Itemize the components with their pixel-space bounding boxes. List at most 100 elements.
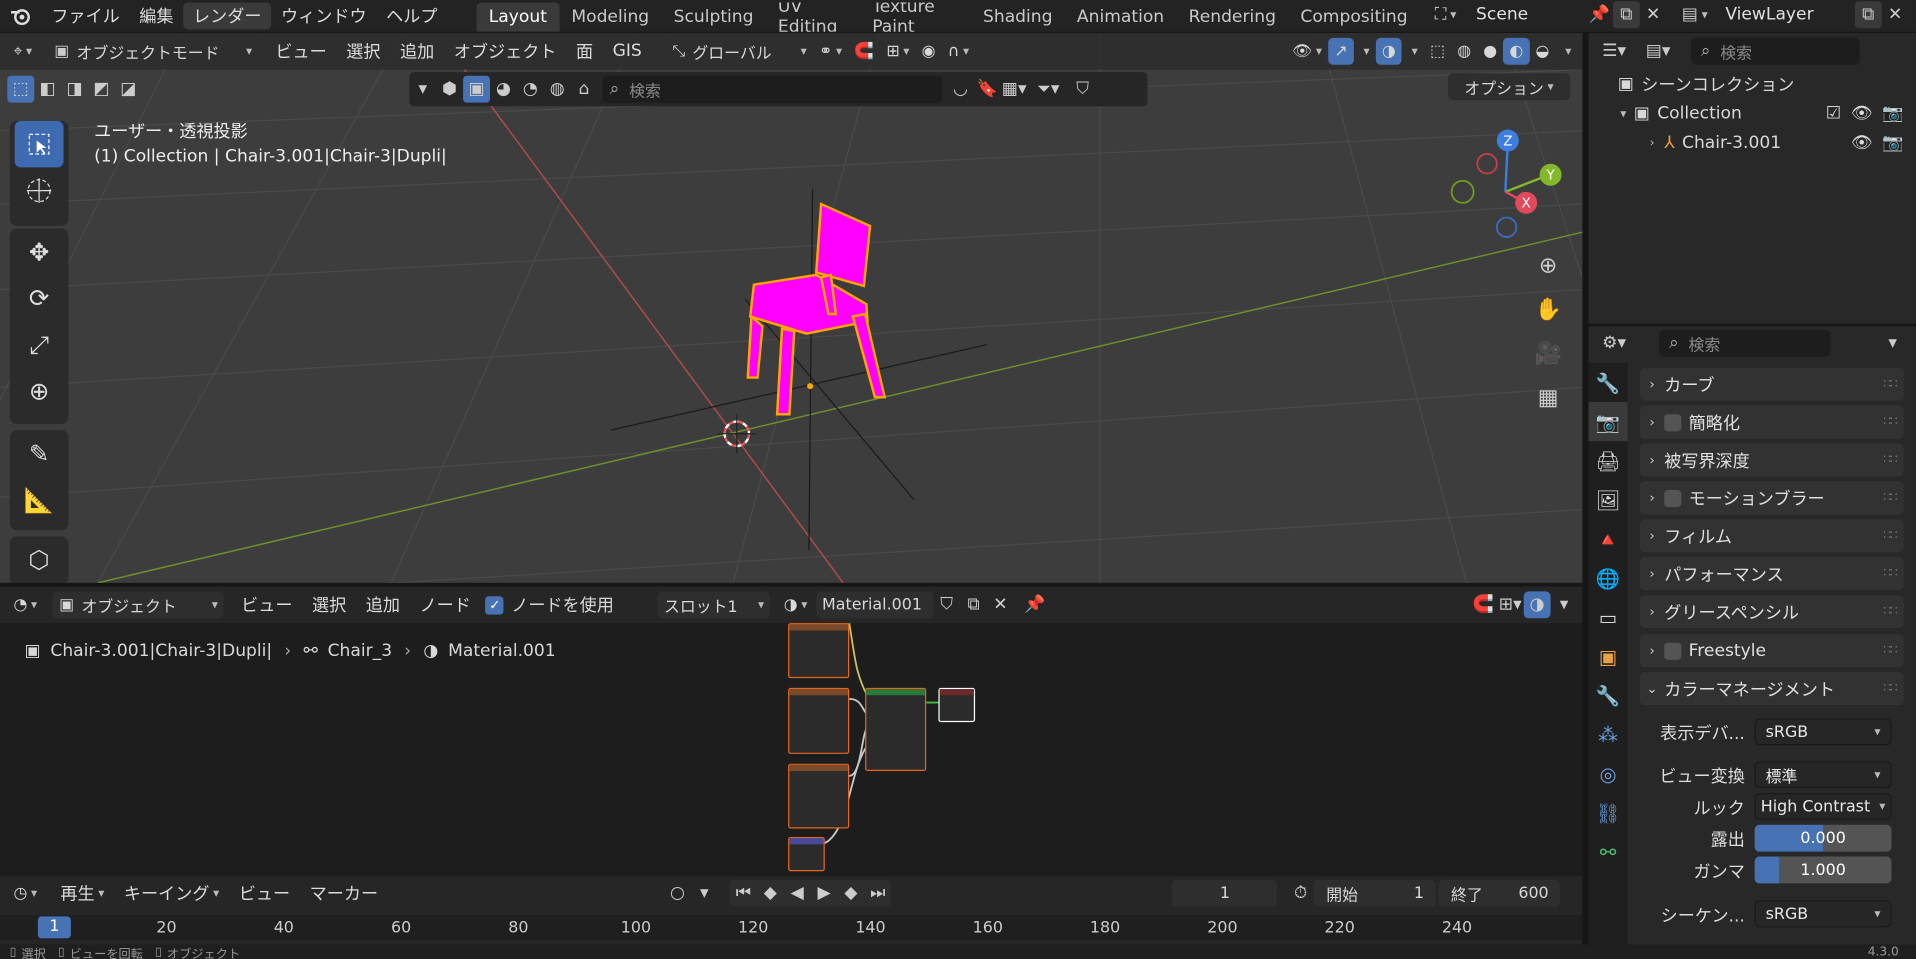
rotate-tool-icon[interactable]: ⟳	[15, 275, 64, 321]
object-tab-icon[interactable]: ▣	[1588, 637, 1627, 676]
pin-icon[interactable]: 📌	[1586, 1, 1613, 28]
view-layer-tab-icon[interactable]: 🖼	[1588, 480, 1627, 519]
add-cube-tool-icon[interactable]: ⬡	[15, 536, 64, 582]
options-button[interactable]: オプション ▾	[1447, 73, 1571, 101]
playhead[interactable]: 1	[37, 916, 71, 939]
workspace-tab-texture-paint[interactable]: Texture Paint	[860, 2, 971, 31]
node-menu-select[interactable]: 選択	[302, 591, 356, 618]
menu-help[interactable]: ヘルプ	[376, 2, 447, 29]
new-scene-icon[interactable]: ⧉	[1612, 1, 1640, 29]
filter-material-icon[interactable]: ◔	[517, 76, 544, 103]
viewport-menu-view[interactable]: ビュー	[266, 38, 337, 65]
panel-depth-of-field[interactable]: › 被写界深度 ∷∷	[1639, 443, 1904, 477]
camera-view-icon[interactable]: 🎥	[1530, 335, 1567, 372]
transform-orientation[interactable]: ⤡ グローバル ▾	[666, 37, 813, 65]
material-name-field[interactable]: Material.001	[815, 591, 934, 619]
gamma-slider[interactable]: 1.000	[1754, 856, 1892, 884]
world-tab-icon[interactable]: 🌐	[1588, 558, 1627, 597]
node-editor-type-icon[interactable]: ◔ ▾	[7, 591, 43, 618]
select-invert-icon[interactable]: ◩	[88, 76, 115, 103]
delete-view-layer-icon[interactable]: ✕	[1882, 1, 1909, 28]
properties-search-input[interactable]: ⌕ 検索	[1659, 329, 1831, 357]
outliner-editor-icon[interactable]: ☰▾	[1601, 38, 1628, 65]
include-checkbox-icon[interactable]: ☑	[1826, 104, 1841, 124]
sort-icon[interactable]: ◡	[947, 76, 974, 103]
xray-icon[interactable]: ⬚	[1424, 38, 1451, 65]
workspace-tab-layout[interactable]: Layout	[476, 2, 560, 32]
shield-icon[interactable]: ⛉	[1069, 76, 1096, 103]
outliner[interactable]: ☰▾ ▤▾ ⌕ 検索 ▣ シーンコレクション ▾ ▣ Collection ☑ …	[1588, 32, 1916, 324]
modifier-tab-icon[interactable]: 🔧	[1588, 676, 1627, 715]
falloff-icon[interactable]: ∩ ▾	[942, 38, 976, 65]
scene-tab-icon[interactable]: 🔺	[1588, 519, 1627, 558]
jump-end-icon[interactable]: ⏭	[864, 880, 891, 907]
node-menu-node[interactable]: ノード	[410, 591, 481, 618]
display-device-dropdown[interactable]: sRGB ▾	[1754, 718, 1892, 746]
chevron-down-icon[interactable]: ▾	[1620, 107, 1626, 120]
timeline-editor-icon[interactable]: ◷ ▾	[7, 880, 43, 907]
view-transform-dropdown[interactable]: 標準 ▾	[1754, 761, 1892, 789]
viewport-menu-object[interactable]: オブジェクト	[444, 38, 566, 65]
image-texture-node[interactable]	[788, 623, 850, 679]
select-extend-icon[interactable]: ◧	[34, 76, 61, 103]
drag-grip-icon[interactable]: ∷∷	[1883, 682, 1897, 695]
timeline[interactable]: ◷ ▾ 再生 ▾ キーイング ▾ ビュー マーカー ○ ▾ ⏮ ◆ ◀ ▶ ◆ ⏭ 1…	[0, 876, 1583, 945]
filter-object-icon[interactable]: ▣	[463, 75, 490, 103]
eye-icon[interactable]: 👁	[1851, 133, 1873, 153]
shading-wireframe-icon[interactable]: ◍	[1451, 38, 1477, 65]
new-view-layer-icon[interactable]: ⧉	[1854, 1, 1882, 29]
viewport-menu-select[interactable]: 選択	[336, 38, 390, 65]
drag-grip-icon[interactable]: ∷∷	[1883, 605, 1897, 618]
menu-render[interactable]: レンダー	[183, 2, 272, 30]
collection-row[interactable]: ▾ ▣ Collection ☑ 👁 📷	[1588, 99, 1915, 128]
panel-curves[interactable]: › カーブ ∷∷	[1639, 367, 1904, 401]
chevron-right-icon[interactable]: ›	[1650, 136, 1655, 149]
unlink-material-icon[interactable]: ✕	[987, 591, 1014, 618]
node-overlay-icon[interactable]: ◑	[1523, 591, 1551, 619]
panel-checkbox[interactable]	[1664, 642, 1682, 660]
view-layer-icon[interactable]: ▤ ▾	[1681, 1, 1708, 28]
node-pin-icon[interactable]: 📌	[1021, 591, 1048, 618]
sequencer-dropdown[interactable]: sRGB ▾	[1754, 900, 1892, 928]
viewport-search-input[interactable]: ⌕ 検索	[602, 75, 943, 103]
start-frame-field[interactable]: 開始 1	[1314, 879, 1437, 907]
camera-icon[interactable]: 📷	[1882, 104, 1903, 124]
viewport-menu-gis[interactable]: GIS	[603, 38, 652, 65]
workspace-tab-rendering[interactable]: Rendering	[1176, 2, 1288, 31]
play-icon[interactable]: ▶	[811, 880, 838, 907]
workspace-tab-shading[interactable]: Shading	[971, 2, 1065, 31]
viewport-menu-face[interactable]: 面	[566, 38, 603, 65]
panel-performance[interactable]: › パフォーマンス ∷∷	[1639, 557, 1904, 591]
current-frame-field[interactable]: 1	[1172, 879, 1278, 907]
panel-checkbox[interactable]	[1664, 489, 1682, 507]
panel-checkbox[interactable]	[1664, 413, 1682, 431]
properties-options-icon[interactable]: ▾	[1879, 330, 1906, 357]
scene-collection-row[interactable]: ▣ シーンコレクション	[1588, 70, 1915, 99]
principled-bsdf-node[interactable]	[865, 687, 927, 772]
workspace-tab-uv-editing[interactable]: UV Editing	[766, 2, 860, 31]
gizmo-toggle-icon[interactable]: ↗	[1328, 37, 1354, 65]
fake-user-shield-icon[interactable]: ⛉	[933, 591, 960, 618]
proportional-edit-icon[interactable]: ◉	[916, 38, 942, 65]
duplicate-material-icon[interactable]: ⧉	[960, 591, 987, 618]
timeline-menu-view[interactable]: ビュー	[229, 880, 300, 907]
prev-keyframe-icon[interactable]: ◆	[757, 880, 784, 907]
node-snap-icon[interactable]: 🧲	[1470, 591, 1497, 618]
scene-selector-icon[interactable]: ⛶ ▾	[1432, 1, 1459, 28]
normal-map-node[interactable]	[788, 837, 825, 872]
look-dropdown[interactable]: High Contrast ▾	[1754, 793, 1892, 820]
material-browse-icon[interactable]: ◑ ▾	[778, 591, 814, 618]
perspective-toggle-icon[interactable]: ▦	[1530, 379, 1567, 416]
keying-dropdown-icon[interactable]: ▾	[691, 880, 718, 907]
panel-film[interactable]: › フィルム ∷∷	[1639, 519, 1904, 553]
shading-material-icon[interactable]: ◐	[1503, 37, 1530, 65]
navigation-gizmo[interactable]: Z Y X	[1442, 125, 1564, 247]
cursor-tool[interactable]	[15, 167, 64, 213]
particles-tab-icon[interactable]: ⁂	[1588, 715, 1627, 754]
panel-motion-blur[interactable]: › モーションブラー ∷∷	[1639, 481, 1904, 515]
properties-editor[interactable]: ⚙▾ ⌕ 検索 ▾ 🔧 📷 🖨 🖼 🔺 🌐 ▭ ▣ 🔧 ⁂ ◎ ⛓ ⚯ › カーブ…	[1588, 326, 1916, 945]
select-subtract-icon[interactable]: ◨	[61, 76, 88, 103]
move-tool-icon[interactable]: ✥	[15, 228, 64, 274]
filter-solid-icon[interactable]: ◕	[490, 76, 517, 103]
panel-color-management[interactable]: ⌄ カラーマネージメント ∷∷	[1639, 672, 1904, 706]
